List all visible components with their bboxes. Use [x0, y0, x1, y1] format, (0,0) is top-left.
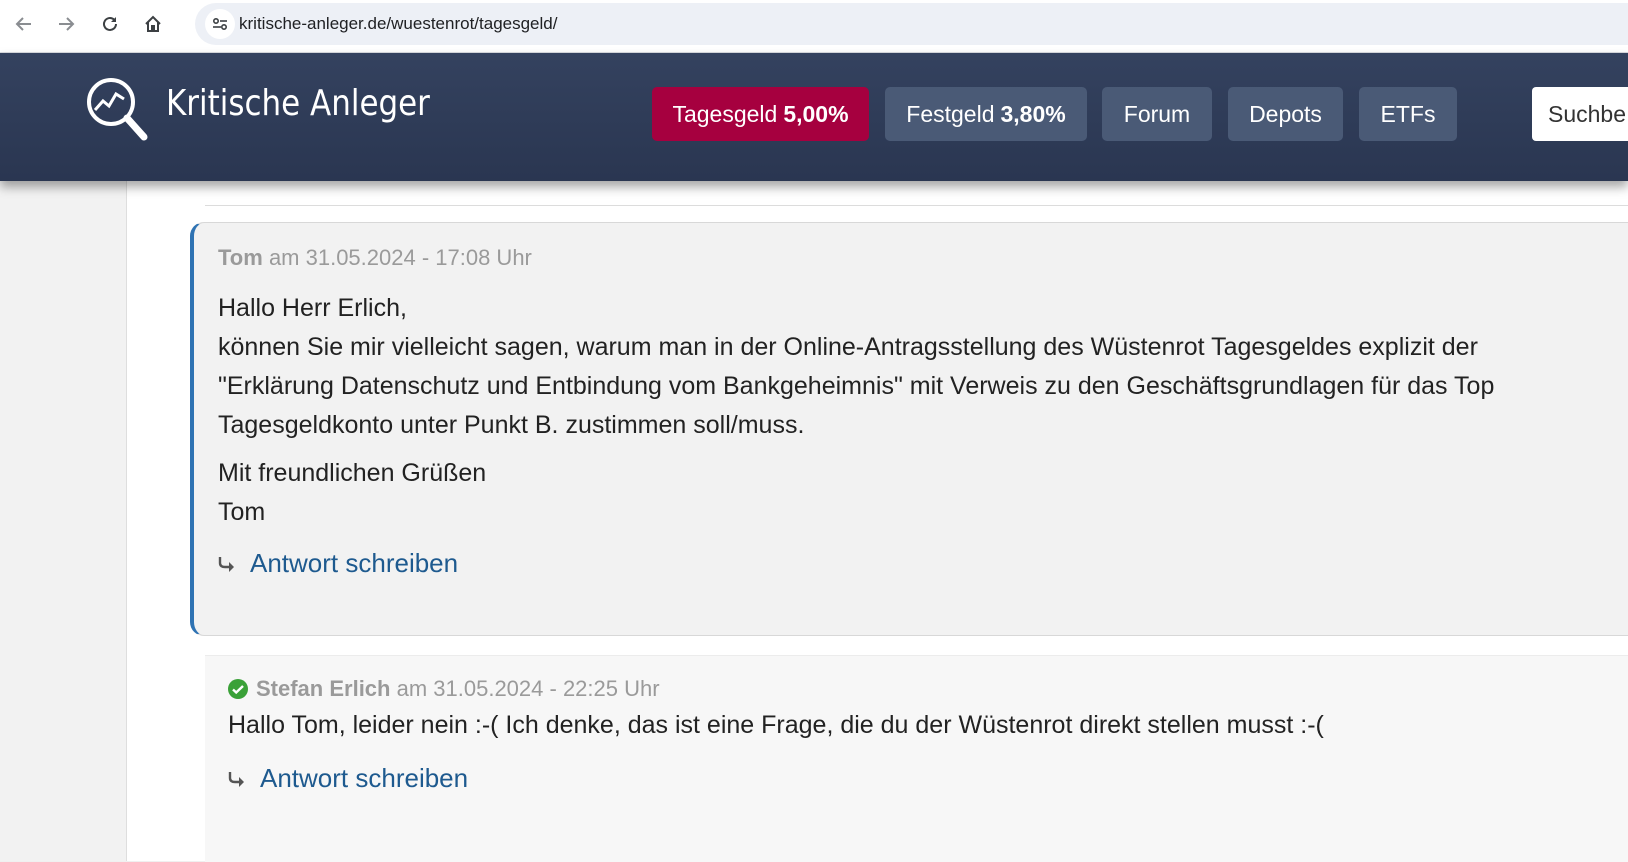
comment-meta: Tom am 31.05.2024 - 17:08 Uhr: [218, 245, 532, 271]
comment-line: Tom: [218, 498, 266, 526]
search-input[interactable]: Suchbe: [1532, 87, 1628, 141]
magnifier-chart-icon: [87, 78, 148, 141]
nav-depots-label: Depots: [1249, 100, 1322, 127]
comment-date: am 31.05.2024 - 17:08 Uhr: [268, 245, 532, 270]
left-sidebar: [0, 181, 127, 861]
nav-festgeld-rate: 3,80%: [1000, 100, 1066, 127]
comment-date: am 31.05.2024 - 22:25 Uhr: [396, 676, 660, 701]
nav-tagesgeld-rate: 5,00%: [783, 100, 849, 127]
nav-festgeld-label: Festgeld: [906, 100, 995, 127]
verified-check-icon: [228, 679, 248, 699]
site-logo-text[interactable]: Kritische Anleger: [166, 83, 430, 124]
comment-meta: Stefan Erlich am 31.05.2024 - 22:25 Uhr: [228, 676, 660, 702]
comment-author: Stefan Erlich: [256, 676, 391, 701]
reply-link-label[interactable]: Antwort schreiben: [260, 763, 468, 794]
reload-icon: [103, 16, 117, 31]
reply-link[interactable]: Antwort schreiben: [218, 548, 458, 579]
comment-signature: Mit freundlichen Grüßen Tom: [218, 454, 1218, 532]
tune-icon: [212, 17, 228, 31]
comment: Tom am 31.05.2024 - 17:08 Uhr Hallo Herr…: [190, 222, 1628, 636]
reply-link[interactable]: Antwort schreiben: [228, 763, 468, 794]
arrow-right-icon: [59, 17, 75, 31]
nav-tagesgeld-label: Tagesgeld: [672, 100, 778, 127]
comment-line: "Erklärung Datenschutz und Entbindung vo…: [218, 372, 1495, 400]
back-button[interactable]: [11, 11, 37, 37]
home-button[interactable]: [140, 11, 166, 37]
site-logo[interactable]: [86, 77, 150, 148]
nav-depots[interactable]: Depots: [1228, 87, 1343, 141]
nav-tagesgeld[interactable]: Tagesgeld 5,00%: [652, 87, 869, 141]
divider: [205, 205, 1628, 206]
home-icon: [145, 15, 161, 32]
arrow-left-icon: [15, 17, 31, 31]
comment-author: Tom: [218, 245, 263, 270]
comment-body: Hallo Tom, leider nein :-( Ich denke, da…: [228, 711, 1324, 739]
nav-forum-label: Forum: [1123, 100, 1191, 127]
reload-button[interactable]: [97, 11, 123, 37]
site-info-button[interactable]: [205, 9, 235, 39]
nav-forum[interactable]: Forum: [1102, 87, 1212, 141]
comment-reply: Stefan Erlich am 31.05.2024 - 22:25 Uhr …: [205, 655, 1628, 862]
forward-button[interactable]: [53, 11, 79, 37]
url-text[interactable]: kritische-anleger.de/wuestenrot/tagesgel…: [239, 14, 557, 34]
comment-line: Hallo Herr Erlich,: [218, 294, 407, 322]
comment-line: Mit freundlichen Grüßen: [218, 459, 487, 487]
nav-etfs[interactable]: ETFs: [1359, 87, 1457, 141]
nav-festgeld[interactable]: Festgeld 3,80%: [885, 87, 1087, 141]
reply-arrow-icon: [228, 771, 244, 787]
comment-line: Tagesgeldkonto unter Punkt B. zustimmen …: [218, 411, 805, 439]
address-bar[interactable]: kritische-anleger.de/wuestenrot/tagesgel…: [195, 3, 1628, 45]
browser-toolbar: kritische-anleger.de/wuestenrot/tagesgel…: [0, 0, 1628, 53]
comment-line: können Sie mir vielleicht sagen, warum m…: [218, 333, 1478, 361]
site-header: Kritische Anleger Tagesgeld 5,00% Festgel…: [0, 53, 1628, 181]
reply-link-label[interactable]: Antwort schreiben: [250, 548, 458, 579]
comment-body: Hallo Herr Erlich, können Sie mir vielle…: [218, 289, 1628, 445]
reply-arrow-icon: [218, 556, 234, 572]
nav-etfs-label: ETFs: [1380, 100, 1436, 127]
